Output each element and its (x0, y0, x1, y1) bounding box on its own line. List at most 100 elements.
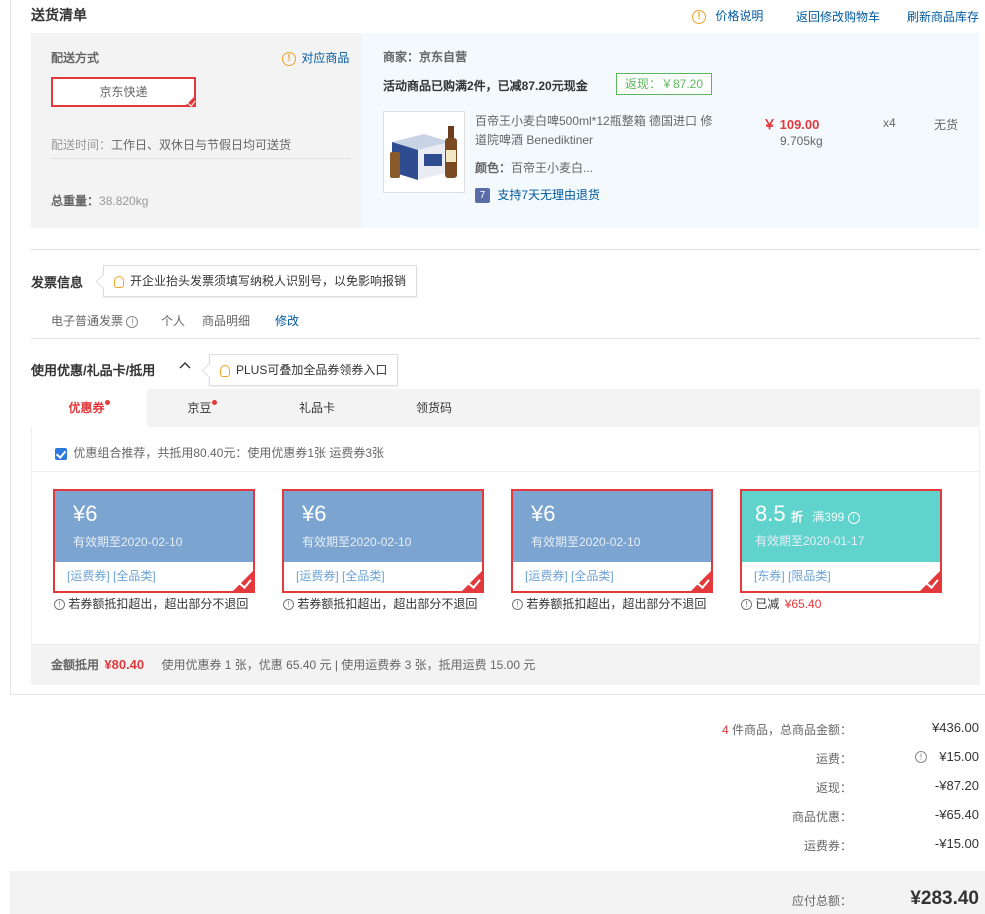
section-divider (31, 338, 980, 339)
delivery-time: 配送时间：工作日、双休日与节假日均可送货 (51, 136, 291, 153)
invoice-title: 发票信息 (31, 275, 84, 290)
frame-border-bottom (10, 694, 985, 695)
coupon-note-text: 若券额抵扣超出，超出部分不退回 (297, 597, 478, 611)
coupon-tags: [东券] [限品类] (754, 569, 831, 583)
product-image[interactable] (383, 111, 465, 193)
selected-check-icon (233, 571, 253, 591)
tab-gift-card[interactable]: 礼品卡 (267, 389, 367, 427)
items-count: 4 (721, 723, 729, 737)
delivery-time-label: 配送时间： (51, 138, 112, 152)
shipping-list-title: 送货清单 (31, 7, 87, 23)
selected-check-icon (462, 571, 482, 591)
coupon-amount: ¥6 (73, 501, 98, 526)
tab-coupons[interactable]: 优惠券 (31, 389, 147, 427)
product-stock: 无货 (934, 118, 959, 132)
merchant-info: 商家：京东自营 (383, 48, 467, 65)
rebate-value: -¥87.20 (934, 778, 979, 793)
back-to-cart-link[interactable]: 返回修改购物车 (796, 8, 880, 25)
delivery-option-label: 京东快递 (99, 85, 148, 99)
coupon-tags: [运费券] [全品类] (67, 569, 156, 583)
coupon-note-text: 若券额抵扣超出，超出部分不退回 (68, 597, 249, 611)
coupon-card[interactable]: ¥6 有效期至2020-02-10 [运费券] [全品类] (511, 489, 713, 593)
notification-dot (211, 400, 217, 405)
match-products-label: 对应商品 (301, 51, 350, 65)
coupon-tags: [运费券] [全品类] (525, 569, 614, 583)
product-weight: 9.705kg (780, 134, 823, 148)
summary-value: ¥80.40 (104, 657, 145, 672)
invoice-edit-link[interactable]: 修改 (275, 312, 299, 329)
info-icon[interactable]: i (847, 511, 860, 524)
tab-jd-beans[interactable]: 京豆 (147, 389, 257, 427)
invoice-tip-text: 开企业抬头发票须填写纳税人识别号，以免影响报销 (130, 274, 407, 288)
rebate-badge: 返现：￥87.20 (616, 73, 713, 95)
summary-detail: 使用优惠券 1 张，优惠 65.40 元 | 使用运费券 3 张，抵用运费 15… (161, 658, 536, 672)
invoice-content: 商品明细 (202, 314, 251, 328)
total-weight: 总重量：38.820kg (51, 192, 148, 209)
coupon-card-discount[interactable]: 8.5 折 满399 i 有效期至2020-01-17 [东券] [限品类] (740, 489, 942, 593)
coupon-condition: 满399 (812, 510, 845, 524)
lightbulb-icon (220, 364, 230, 377)
coupon-discount: 8.5 (755, 501, 786, 526)
coupon-amount: ¥6 (302, 501, 327, 526)
coupon-note: ! 若券额抵扣超出，超出部分不退回 (54, 595, 248, 612)
coupon-card[interactable]: ¥6 有效期至2020-02-10 [运费券] [全品类] (53, 489, 255, 593)
invoice-type-label: 电子普通发票 (51, 314, 124, 328)
coupon-top: 8.5 折 满399 i 有效期至2020-01-17 (742, 491, 940, 562)
shipping-fee-value: ¥15.00 (939, 749, 979, 764)
plus-tip-text: PLUS可叠加全品券领券入口 (236, 363, 388, 377)
coupon-top: ¥6 有效期至2020-02-10 (513, 491, 711, 562)
info-icon: ! (283, 599, 294, 611)
return-policy[interactable]: 7 支持7天无理由退货 (475, 186, 601, 204)
coupon-valid: 有效期至2020-02-10 (73, 535, 183, 549)
coupon-tabs: 优惠券 京豆 礼品卡 领货码 (31, 389, 980, 427)
plus-tip[interactable]: PLUS可叠加全品券领券入口 (209, 354, 399, 386)
return-policy-label: 支持7天无理由退货 (497, 188, 601, 202)
coupon-valid: 有效期至2020-01-17 (755, 534, 865, 548)
payable-value: ¥283.40 (910, 888, 979, 909)
color-value: 百帝王小麦白... (511, 161, 594, 175)
recommend-text: 优惠组合推荐，共抵用80.40元：使用优惠券1张 运费券3张 (73, 446, 385, 460)
divider (32, 471, 979, 472)
product-price: ￥ 109.00 (763, 117, 820, 132)
refresh-stock-link[interactable]: 刷新商品库存 (907, 8, 979, 25)
coupon-card[interactable]: ¥6 有效期至2020-02-10 [运费券] [全品类] (282, 489, 484, 593)
total-weight-value: 38.820kg (99, 194, 149, 208)
shipping-info-icon[interactable]: ! (915, 749, 927, 763)
price-info-label: 价格说明 (715, 9, 764, 23)
warning-icon: ! (282, 51, 296, 66)
delivery-time-value: 工作日、双休日与节假日均可送货 (111, 138, 292, 152)
tab-redeem-code[interactable]: 领货码 (381, 389, 487, 427)
frame-border-left (10, 0, 11, 695)
merchant-name: 京东自营 (419, 50, 468, 64)
discount-summary: 金额抵用 ¥80.40 使用优惠券 1 张，优惠 65.40 元 | 使用运费券… (31, 645, 980, 685)
selected-check-icon (184, 95, 196, 107)
coupon-note: ! 已减 ¥65.40 (741, 595, 821, 612)
tab-gift-card-label: 礼品卡 (298, 401, 335, 415)
payable-label: 应付总额： (791, 894, 852, 908)
product-discount-value: -¥65.40 (934, 807, 979, 822)
price-info-link[interactable]: ! 价格说明 (692, 7, 763, 24)
rebate-label: 返现： (815, 781, 852, 795)
recommend-combo[interactable]: 优惠组合推荐，共抵用80.40元：使用优惠券1张 运费券3张 (55, 444, 384, 461)
section-divider (31, 249, 980, 250)
info-icon: ! (915, 750, 927, 763)
items-label: 件商品，总商品金额： (731, 723, 852, 737)
delivery-option-jd-express[interactable]: 京东快递 (51, 77, 196, 107)
coupon-note: ! 若券额抵扣超出，超出部分不退回 (512, 595, 706, 612)
coupon-valid: 有效期至2020-02-10 (302, 535, 412, 549)
shipping-coupon-label: 运费券： (803, 839, 852, 853)
coupons-title[interactable]: 使用优惠/礼品卡/抵用 (31, 360, 155, 379)
lightbulb-icon (114, 275, 124, 288)
chevron-up-icon[interactable] (178, 358, 192, 375)
merchant-label: 商家： (383, 50, 420, 64)
total-weight-label: 总重量： (51, 194, 100, 208)
discount-unit: 折 (790, 510, 803, 524)
info-icon[interactable]: ! (126, 315, 139, 328)
warning-icon: ! (692, 9, 706, 24)
recommend-checkbox[interactable] (55, 447, 67, 460)
match-products-link[interactable]: ! 对应商品 (282, 49, 349, 66)
product-name[interactable]: 百帝王小麦白啤500ml*12瓶整箱 德国进口 修道院啤酒 Benediktin… (475, 112, 720, 150)
promo-text: 活动商品已购满2件，已减87.20元现金 (383, 79, 588, 93)
shipping-coupon-value: -¥15.00 (934, 836, 979, 851)
invoice-tip: 开企业抬头发票须填写纳税人识别号，以免影响报销 (103, 265, 418, 297)
